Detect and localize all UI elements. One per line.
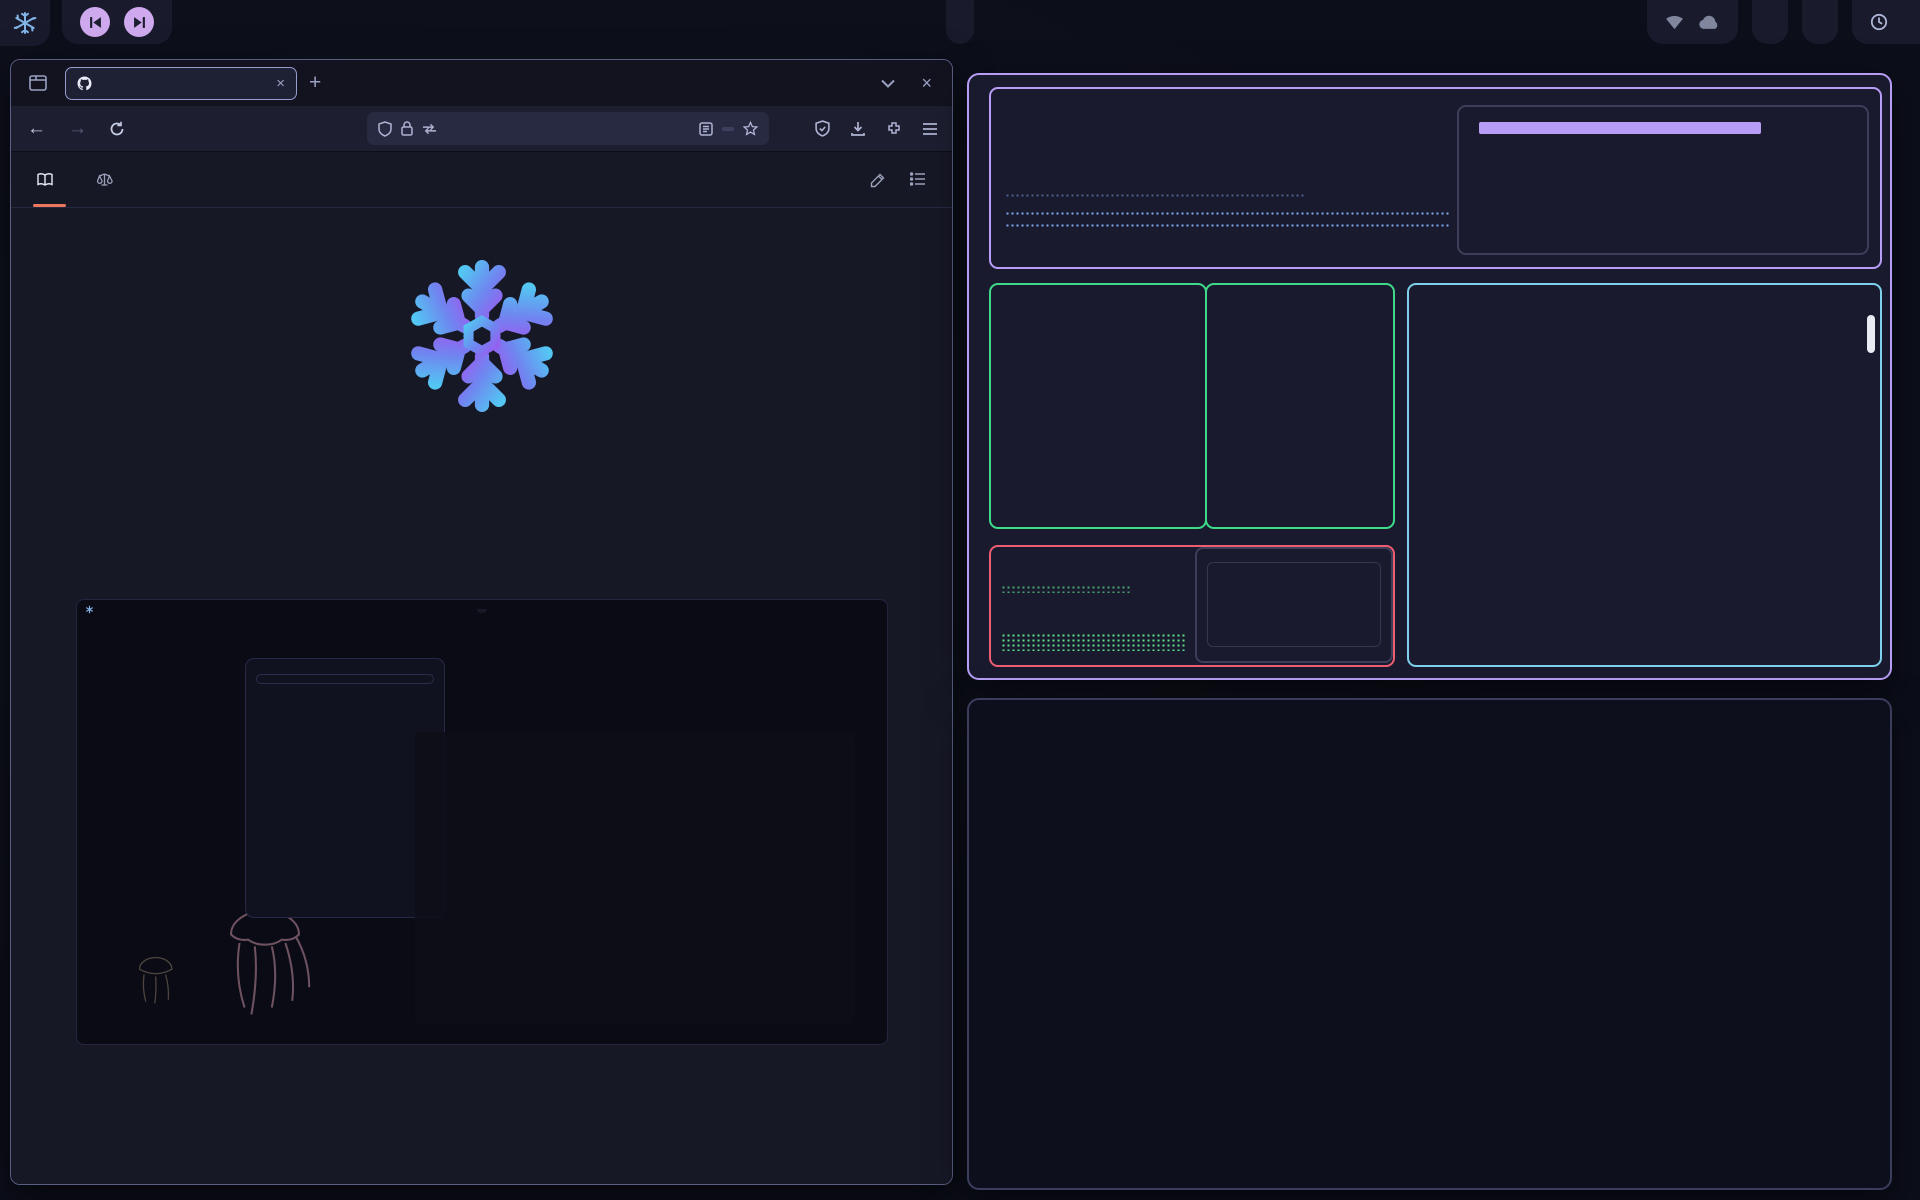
process-table-header [1409, 285, 1880, 297]
cpu-box [989, 87, 1882, 269]
https-upgrade-icon [422, 123, 437, 135]
btop-terminal-window [967, 73, 1892, 680]
readme-content [11, 208, 952, 1184]
cpu-usage-graph-line1 [1005, 211, 1451, 217]
menu-hamburger-icon[interactable] [922, 123, 938, 135]
edit-pencil-icon[interactable] [870, 172, 886, 188]
screenshot-status-bar [77, 600, 887, 622]
net-rates-panel [1207, 562, 1381, 647]
skip-forward-icon [133, 16, 146, 29]
reload-icon [109, 121, 125, 137]
firefox-view-icon[interactable] [23, 68, 53, 98]
github-file-header [11, 152, 952, 208]
back-button[interactable]: ← [27, 118, 46, 140]
forward-button[interactable]: → [68, 118, 87, 140]
network-box [989, 545, 1395, 667]
media-next-button[interactable] [124, 7, 154, 37]
skip-back-icon [89, 16, 102, 29]
nixos-launcher-button[interactable] [0, 0, 50, 46]
tab-readme[interactable] [37, 152, 62, 207]
firefox-window: × + × ← → [10, 59, 953, 1185]
cpu-total-meter [1479, 122, 1761, 134]
media-controls-pill [62, 0, 172, 44]
reader-mode-icon[interactable] [699, 122, 713, 136]
browser-tab[interactable]: × [65, 67, 297, 100]
net-interface-panel [1195, 547, 1393, 663]
scales-icon [96, 172, 113, 188]
reload-button[interactable] [109, 121, 125, 137]
proc-scrollbar[interactable] [1867, 315, 1875, 353]
disks-box [1205, 283, 1395, 529]
net-download-graph-2 [1001, 633, 1187, 651]
extension-icon[interactable] [886, 121, 902, 137]
process-box [1407, 283, 1882, 667]
media-previous-button[interactable] [80, 7, 110, 37]
tracking-shield-icon[interactable] [815, 120, 830, 137]
cpu-detail-panel [1457, 105, 1869, 255]
snowflake-icon [13, 11, 37, 35]
shield-icon[interactable] [378, 121, 392, 137]
system-stats-pill [1752, 0, 1788, 44]
workspaces-pill [946, 0, 974, 44]
audio-network-pill [1802, 0, 1838, 44]
cloud-icon[interactable] [1698, 15, 1720, 30]
clock-icon [1870, 13, 1888, 31]
screenshot-workspaces [477, 609, 487, 613]
pipes-terminal-window [967, 698, 1892, 1190]
fetch-info-box [256, 674, 434, 684]
cpu-usage-graph-line2 [1005, 223, 1451, 229]
book-icon [37, 172, 53, 188]
net-download-graph [1001, 585, 1131, 593]
screenshot-snowflake-icon [85, 605, 94, 617]
navigation-bar: ← → [11, 106, 952, 152]
rainbow-divider [90, 480, 874, 489]
url-bar[interactable] [367, 112, 769, 145]
lock-icon [401, 121, 413, 136]
github-icon [77, 76, 92, 91]
zoom-level-badge[interactable] [722, 127, 734, 131]
tab-bar: × + × [11, 60, 952, 106]
jellyfish-art-small [117, 930, 207, 1030]
pipes-screensaver [969, 700, 1886, 1184]
memory-box [989, 283, 1207, 529]
nixos-snowflake-logo [398, 252, 566, 420]
top-bar [0, 0, 1920, 48]
bookmark-star-icon[interactable] [743, 121, 758, 136]
tray-pill [1647, 0, 1738, 44]
window-close-icon[interactable]: × [921, 73, 932, 94]
tab-mit-license[interactable] [96, 152, 122, 207]
wifi-applet-icon[interactable] [1665, 15, 1684, 30]
new-tab-button[interactable]: + [309, 71, 321, 95]
cpu-usage-graph [1005, 193, 1305, 198]
chevron-down-icon[interactable] [881, 79, 895, 88]
tab-close-icon[interactable]: × [276, 75, 285, 92]
desktop-screenshot-image [76, 599, 888, 1045]
clock-pill [1852, 0, 1920, 44]
cava-visualizer [415, 732, 855, 1024]
outline-list-icon[interactable] [910, 172, 926, 186]
download-icon[interactable] [850, 121, 866, 137]
